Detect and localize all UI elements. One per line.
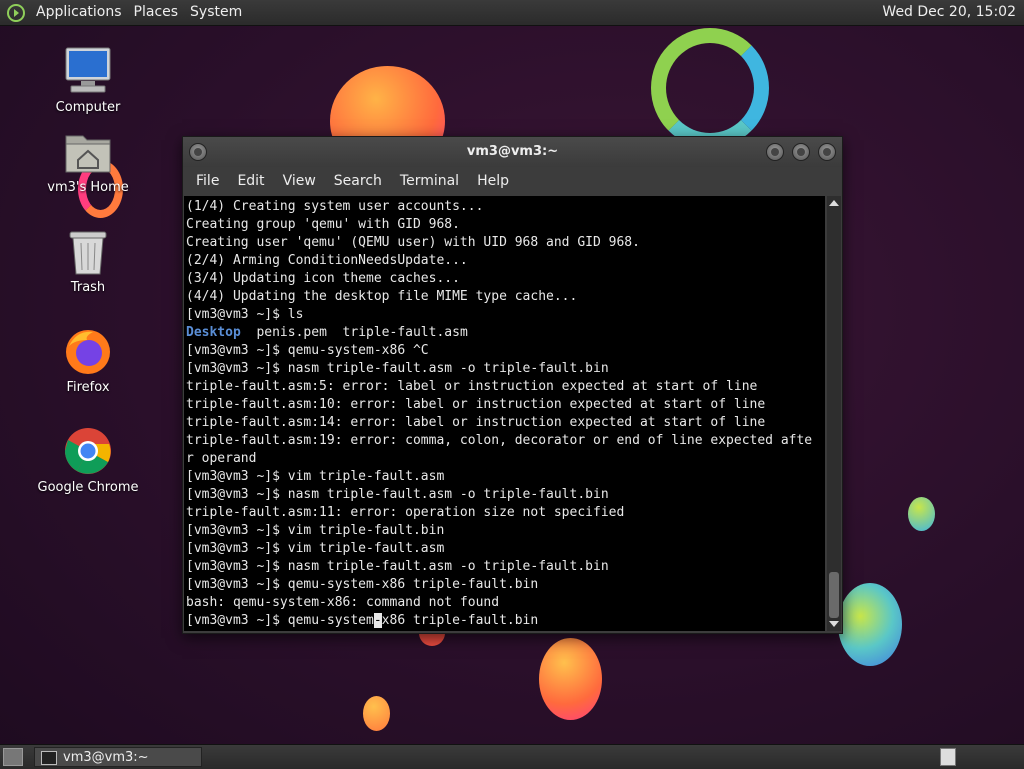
- terminal-input-line[interactable]: [vm3@vm3 ~]$ qemu-system-x86 triple-faul…: [186, 612, 823, 630]
- desktop-icon-label: Firefox: [66, 380, 110, 395]
- desktop-icon-chrome[interactable]: Google Chrome: [33, 426, 143, 495]
- desktop-icon-firefox[interactable]: Firefox: [33, 326, 143, 395]
- menu-view[interactable]: View: [274, 173, 325, 189]
- clock[interactable]: Wed Dec 20, 15:02: [878, 0, 1020, 25]
- terminal-line: Creating group 'qemu' with GID 968.: [186, 217, 460, 232]
- terminal-line: triple-fault.asm:5: error: label or inst…: [186, 379, 758, 394]
- taskbar-item-terminal[interactable]: vm3@vm3:~: [34, 747, 202, 767]
- menu-terminal[interactable]: Terminal: [391, 173, 468, 189]
- menu-help[interactable]: Help: [468, 173, 518, 189]
- firefox-icon: [66, 330, 110, 374]
- terminal-line: triple-fault.asm:19: error: comma, colon…: [186, 433, 813, 448]
- desktop-icon-label: Trash: [70, 280, 106, 295]
- terminal-output[interactable]: (1/4) Creating system user accounts... C…: [184, 196, 825, 631]
- terminal-line: [vm3@vm3 ~]$ nasm triple-fault.asm -o tr…: [186, 559, 609, 574]
- maximize-icon[interactable]: [792, 143, 810, 161]
- terminal-line: [vm3@vm3 ~]$ vim triple-fault.bin: [186, 523, 445, 538]
- home-folder-icon: [65, 135, 111, 173]
- desktop-icon-label: vm3's Home: [47, 180, 129, 195]
- system-menu[interactable]: System: [184, 0, 248, 25]
- terminal-line: triple-fault.asm:10: error: label or ins…: [186, 397, 766, 412]
- top-panel: Applications Places System Wed Dec 20, 1…: [0, 0, 1024, 26]
- desktop-icon-label: Google Chrome: [37, 480, 139, 495]
- desktop-icon-home[interactable]: vm3's Home: [33, 128, 143, 195]
- applications-menu[interactable]: Applications: [30, 0, 128, 25]
- window-title: vm3@vm3:~: [466, 144, 559, 159]
- chrome-icon: [65, 428, 111, 474]
- decor-blue-blob-right: [838, 583, 902, 666]
- scroll-down-arrow-icon[interactable]: [829, 621, 839, 627]
- places-menu[interactable]: Places: [128, 0, 185, 25]
- bottom-panel: vm3@vm3:~: [0, 744, 1024, 769]
- desktop-icon-label: Computer: [55, 100, 121, 115]
- terminal-line: [vm3@vm3 ~]$ ls: [186, 307, 304, 322]
- terminal-line: (4/4) Updating the desktop file MIME typ…: [186, 289, 578, 304]
- terminal-line: (1/4) Creating system user accounts...: [186, 199, 484, 214]
- window-titlebar[interactable]: vm3@vm3:~: [183, 137, 842, 167]
- terminal-line: [vm3@vm3 ~]$ vim triple-fault.asm: [186, 469, 445, 484]
- terminal-line: triple-fault.asm:11: error: operation si…: [186, 505, 625, 520]
- computer-icon: [65, 47, 111, 93]
- ls-directory-entry: Desktop: [186, 325, 241, 340]
- terminal-line: triple-fault.asm:14: error: label or ins…: [186, 415, 766, 430]
- terminal-line: bash: qemu-system-x86: command not found: [186, 595, 500, 610]
- terminal-icon: [41, 751, 57, 765]
- terminal-scrollbar[interactable]: [827, 196, 841, 631]
- prompt-text: [vm3@vm3 ~]$ qemu-system: [186, 613, 374, 628]
- terminal-line: [vm3@vm3 ~]$ qemu-system-x86 triple-faul…: [186, 577, 539, 592]
- decor-orange-blob-bottom: [539, 638, 602, 720]
- menu-edit[interactable]: Edit: [228, 173, 273, 189]
- desktop-icon-computer[interactable]: Computer: [33, 46, 143, 115]
- terminal-line: Creating user 'qemu' (QEMU user) with UI…: [186, 235, 640, 250]
- decor-green-blob-right: [908, 497, 935, 531]
- ls-file-entries: penis.pem triple-fault.asm: [240, 325, 468, 340]
- terminal-line: (2/4) Arming ConditionNeedsUpdate...: [186, 253, 468, 268]
- show-desktop-icon[interactable]: [3, 748, 23, 766]
- decor-small-orange-blob: [363, 696, 390, 731]
- distro-logo-icon[interactable]: [6, 3, 26, 23]
- scroll-thumb[interactable]: [829, 572, 839, 618]
- close-icon[interactable]: [818, 143, 836, 161]
- desktop-icon-trash[interactable]: Trash: [33, 228, 143, 295]
- menu-search[interactable]: Search: [325, 173, 391, 189]
- terminal-line: [vm3@vm3 ~]$ nasm triple-fault.asm -o tr…: [186, 487, 609, 502]
- trash-icon: [69, 231, 107, 275]
- terminal-menubar: File Edit View Search Terminal Help: [183, 167, 842, 195]
- workspace-switcher[interactable]: [940, 748, 956, 766]
- terminal-line: [vm3@vm3 ~]$ nasm triple-fault.asm -o tr…: [186, 361, 609, 376]
- minimize-icon[interactable]: [766, 143, 784, 161]
- menu-file[interactable]: File: [187, 173, 228, 189]
- window-menu-icon[interactable]: [189, 143, 207, 161]
- terminal-line-ls-output: Desktop penis.pem triple-fault.asm: [186, 324, 823, 342]
- terminal-line: [vm3@vm3 ~]$ vim triple-fault.asm: [186, 541, 445, 556]
- scroll-up-arrow-icon[interactable]: [829, 200, 839, 206]
- text-cursor: -: [373, 613, 382, 628]
- terminal-line: (3/4) Updating icon theme caches...: [186, 271, 460, 286]
- prompt-text-after-cursor: x86 triple-fault.bin: [381, 613, 539, 628]
- terminal-line: [vm3@vm3 ~]$ qemu-system-x86 ^C: [186, 343, 429, 358]
- terminal-window[interactable]: vm3@vm3:~ File Edit View Search Terminal…: [182, 136, 843, 634]
- taskbar-item-label: vm3@vm3:~: [63, 750, 149, 765]
- terminal-line: r operand: [186, 451, 257, 466]
- decor-green-ring: [651, 28, 769, 148]
